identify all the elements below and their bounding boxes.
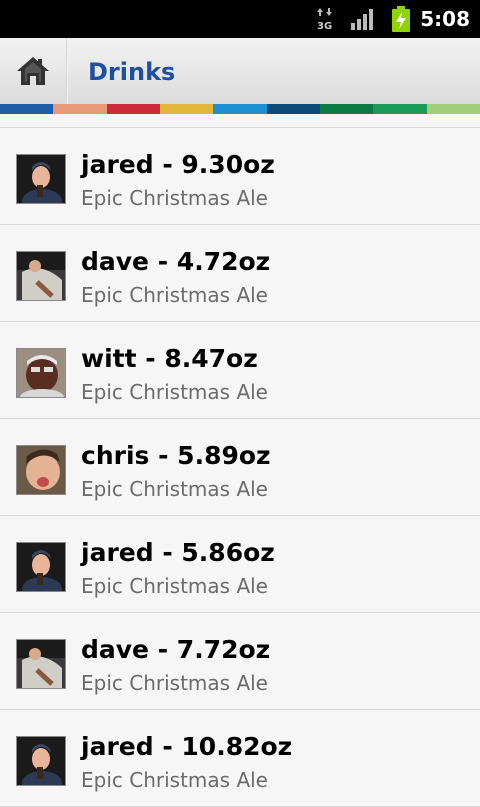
home-icon [17, 57, 49, 85]
drink-title: dave - 7.72oz [81, 635, 271, 664]
list-item[interactable]: jared - 5.86oz Epic Christmas Ale [0, 516, 480, 613]
drink-title: chris - 5.89oz [81, 441, 271, 470]
status-bar: 3G 5:08 [0, 0, 480, 38]
drink-title: jared - 9.30oz [81, 150, 275, 179]
avatar [16, 445, 66, 495]
stripe-segment [213, 104, 267, 114]
list-header-gap [0, 114, 480, 128]
avatar [16, 736, 66, 786]
battery-charging-icon [390, 6, 412, 32]
list-item[interactable]: jared - 9.30oz Epic Christmas Ale [0, 128, 480, 225]
beer-name: Epic Christmas Ale [81, 671, 268, 695]
avatar [16, 348, 66, 398]
list-item[interactable]: dave - 4.72oz Epic Christmas Ale [0, 225, 480, 322]
network-3g-icon: 3G [316, 7, 334, 31]
avatar [16, 542, 66, 592]
avatar [16, 154, 66, 204]
stripe-segment [53, 104, 107, 114]
stripe-segment [319, 104, 374, 114]
divider [66, 38, 68, 104]
network-label: 3G [317, 21, 332, 31]
stripe-segment [159, 104, 214, 114]
beer-name: Epic Christmas Ale [81, 477, 268, 501]
page-title: Drinks [88, 58, 176, 86]
clock: 5:08 [420, 7, 470, 31]
home-button[interactable] [0, 38, 66, 104]
list-item[interactable]: witt - 8.47oz Epic Christmas Ale [0, 322, 480, 419]
beer-name: Epic Christmas Ale [81, 768, 268, 792]
drink-title: dave - 4.72oz [81, 247, 271, 276]
avatar [16, 251, 66, 301]
stripe-segment [0, 104, 54, 114]
list-item[interactable]: chris - 5.89oz Epic Christmas Ale [0, 419, 480, 516]
drinks-list: jared - 9.30oz Epic Christmas Ale dave - … [0, 114, 480, 807]
list-item[interactable]: dave - 7.72oz Epic Christmas Ale [0, 613, 480, 710]
list-item[interactable]: jared - 10.82oz Epic Christmas Ale [0, 710, 480, 807]
stripe-segment [373, 104, 427, 114]
avatar [16, 639, 66, 689]
beer-name: Epic Christmas Ale [81, 574, 268, 598]
signal-icon [350, 8, 376, 30]
stripe-segment [266, 104, 320, 114]
drink-title: witt - 8.47oz [81, 344, 258, 373]
action-bar: Drinks [0, 38, 480, 105]
beer-name: Epic Christmas Ale [81, 283, 268, 307]
stripe-segment [106, 104, 160, 114]
color-stripe [0, 104, 480, 114]
beer-name: Epic Christmas Ale [81, 186, 268, 210]
stripe-segment [426, 104, 480, 114]
drink-title: jared - 5.86oz [81, 538, 275, 567]
beer-name: Epic Christmas Ale [81, 380, 268, 404]
drink-title: jared - 10.82oz [81, 732, 293, 761]
